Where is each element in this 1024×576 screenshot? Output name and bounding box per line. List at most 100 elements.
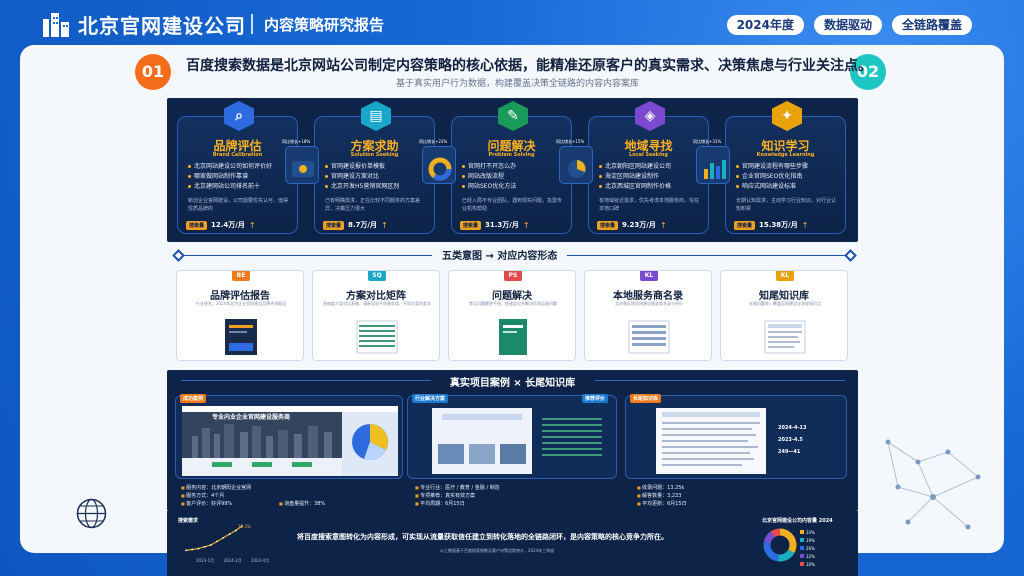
case-screenshot <box>656 408 766 474</box>
intent-card[interactable]: ✎ 问题解决 Problem Solving 官网打不开怎么办 网站改版流程 网站S… <box>451 101 572 234</box>
network-decoration-icon <box>885 439 981 530</box>
arrow-up-icon: ↑ <box>248 220 256 230</box>
section2-title: 五类意图 → 对应内容形态 <box>432 247 568 262</box>
case-success[interactable]: 成功案例 专业内业企业官网建设服务商 <box>175 394 403 479</box>
side-stat: 2023-4.5 <box>778 437 803 443</box>
content-format-card[interactable]: PS 问题解决 常见问题解答手册，快速定位并解决官网运维问题 <box>448 270 576 361</box>
case-industry[interactable]: 行业解决方案 推荐评价 <box>407 394 617 479</box>
case-success-stats: 服务内容：北京朝阳企业官网 服务方式：4个月 客户评价：好评99% <box>181 484 251 508</box>
case-success-stats2: 询盘量提升：38% <box>279 500 325 508</box>
bar-chart-icon <box>704 160 726 179</box>
donut-label: 北京官网建设公司内容量 2024 <box>762 518 833 524</box>
case-panel: 真实项目案例 × 长尾知识库 成功案例 专业内业企业官网建设服务商 服务内容：北… <box>167 370 858 511</box>
legend-swatch <box>800 538 804 542</box>
wrench-icon: ✎ <box>498 101 528 131</box>
growth-label: 同比增长+15% <box>556 139 585 144</box>
intent-volume: 搜索量 8.7万/月 ↑ <box>323 220 388 230</box>
format-title: 问题解决 <box>492 291 532 302</box>
case-stat: 服务内容：北京朝阳企业官网 <box>181 485 251 491</box>
intent-desc: 有地域就近需求，优先考虑本地服务商，信任本地口碑 <box>599 198 700 212</box>
longtail-side-stats: 2024-4-13 2023-4.5 249—41 <box>778 422 807 458</box>
case-stat: 平均更新：6月15日 <box>637 501 687 507</box>
volume-value: 12.4万/月 <box>211 221 245 229</box>
intent-volume: 搜索量 9.23万/月 ↑ <box>597 220 667 230</box>
legend-text: 26% <box>806 546 815 551</box>
content-format-card[interactable]: SQ 方案对比矩阵 多维度方案对比表格，清晰呈现不同服务商、不同方案的差异 <box>312 270 440 361</box>
intent-keyword: 北京网站建设公司如何评价好 <box>188 162 292 172</box>
content-format-card[interactable]: KL 本地服务商名录 北京各区域官网建设服务商名录与评价 <box>584 270 712 361</box>
arrow-up-icon: ↑ <box>801 220 809 230</box>
intent-title-en: Knowledge Learning <box>756 152 815 158</box>
format-badge: SQ <box>368 271 386 281</box>
intent-title-en: Solution Seeking <box>350 152 399 158</box>
intent-keyword-list: 北京网站建设公司如何评价好 哪家做网站制作靠谱 北京建网站公司排名前十 <box>188 162 292 192</box>
growth-label: 同比增长+23% <box>419 139 448 144</box>
intent-volume: 搜索量 12.4万/月 ↑ <box>186 220 256 230</box>
lightbulb-icon: ✦ <box>772 101 802 131</box>
report-subtitle: 内容策略研究报告 <box>264 16 385 34</box>
case-industry-stats: 专业行业：医疗 / 教育 / 金融 / 制造 专项推荐：真实有效方案 平均周期：… <box>415 484 500 508</box>
intent-volume: 搜索量 31.3万/月 ↑ <box>460 220 530 230</box>
intent-desc: 已有明确需求，正在比较不同服务的方案差异，决策压力很大 <box>325 198 421 212</box>
format-badge: KL <box>640 271 658 281</box>
legend-swatch <box>800 554 804 558</box>
case-longtail-stats: 收录问题：13.25k 解答数量：3,233 平均更新：6月15日 <box>637 484 687 508</box>
volume-badge: 搜索量 <box>734 220 756 230</box>
format-desc: 多维度方案对比表格，清晰呈现不同服务商、不同方案的差异 <box>323 301 431 306</box>
volume-value: 15.38万/月 <box>759 221 798 229</box>
format-desc: 行业排名、2024年北京企业官网建设品牌评测报告 <box>195 301 287 306</box>
format-desc: 长尾问题库，覆盖官网建设全流程知识点 <box>749 301 821 306</box>
side-stat: 249—41 <box>778 449 801 455</box>
intent-title-en: Brand Calibration <box>212 152 263 158</box>
case-stat: 服务方式：4个月 <box>181 493 224 499</box>
volume-value: 9.23万/月 <box>622 221 656 229</box>
tag-year: 2024年度 <box>726 15 804 35</box>
case-screen-title: 专业内业企业官网建设服务商 <box>212 414 291 421</box>
format-thumbnail <box>225 319 257 355</box>
intent-card[interactable]: ◈ 地域寻找 Local Seeking 北京朝阳区网站建设公司 海淀区网站建设制… <box>588 101 709 234</box>
legend-item: 33% <box>800 529 815 537</box>
tag-full-chain: 全链路覆盖 <box>891 15 972 35</box>
format-thumbnail <box>356 320 398 354</box>
intent-keyword: 官网建设方案对比 <box>325 172 429 182</box>
arrow-up-icon: ↑ <box>659 220 667 230</box>
building-logo-icon <box>43 13 69 37</box>
trend-start: 2023-1月 <box>196 558 215 563</box>
volume-badge: 搜索量 <box>597 220 619 230</box>
case-stat: 专项推荐：真实有效方案 <box>415 493 475 499</box>
legend-item: 10% <box>800 561 815 569</box>
trend-axis: 2023-1月 2024-2月 2024-4月 <box>196 558 269 564</box>
intent-card[interactable]: ✦ 知识学习 Knowledge Learning 官网建设流程有哪些步骤 企业官… <box>725 101 846 234</box>
case-stat: 收录问题：13.25k <box>637 485 684 491</box>
growth-label: 同比增长+31% <box>693 139 722 144</box>
intent-desc: 新创企业官网建设，公司需要优先认可，值得优质品牌的 <box>188 198 289 212</box>
trend-end: 2024-4月 <box>250 558 270 563</box>
intent-keyword: 北京西城区官网制作价格 <box>599 182 703 192</box>
case-stat: 客户评价：好评99% <box>181 501 232 507</box>
section3-title: 真实项目案例 × 长尾知识库 <box>449 378 576 389</box>
case-tag-recommend: 推荐评价 <box>582 394 609 403</box>
footer-source: 以上数据基于百度搜索指数及客户决策追踪统计，2024年三季度 <box>440 548 555 553</box>
intent-keyword: 哪家做网站制作靠谱 <box>188 172 292 182</box>
trend-point <box>222 536 225 539</box>
brand-name: 北京官网建设公司 <box>78 14 246 38</box>
trend-point <box>228 533 231 536</box>
case-longtail[interactable]: 长尾知识库 2024-4-13 2023-4.5 249—41 <box>625 394 847 479</box>
volume-badge: 搜索量 <box>460 220 482 230</box>
growth-widget: 同比增长+15% <box>556 139 593 184</box>
case-stat: 询盘量提升：38% <box>279 501 325 507</box>
intent-keyword: 官网建设流程有哪些步骤 <box>736 162 840 172</box>
case-stat: 平均周期：6月15日 <box>415 501 465 507</box>
content-format-card[interactable]: BE 品牌评估报告 行业排名、2024年北京企业官网建设品牌评测报告 <box>176 270 304 361</box>
trend-point <box>191 548 194 551</box>
intent-card[interactable]: ⌕ 品牌评估 Brand Calibration 北京网站建设公司如何评价好 哪家… <box>177 101 298 234</box>
headline-sub: 基于真实用户行为数据，构建覆盖决策全链路的内容内容案库 <box>396 79 640 89</box>
intent-keyword-list: 官网打不开怎么办 网站改版流程 网站SEO优化方法 <box>462 162 566 192</box>
intent-card[interactable]: ▤ 方案求助 Solution Seeking 官网建设报价单模板 官网建设方案对… <box>314 101 435 234</box>
intent-title-en: Local Seeking <box>629 152 668 158</box>
content-format-card[interactable]: KL 知尾知识库 长尾问题库，覆盖官网建设全流程知识点 <box>720 270 848 361</box>
format-badge: BE <box>232 271 250 281</box>
header-divider <box>251 14 253 34</box>
badge-01: 01 <box>135 54 171 90</box>
footer-conclusion: 将百度搜索意图转化为内容形成，可实现从流量获取信任建立到转化落地的全链路闭环，是… <box>297 533 668 541</box>
